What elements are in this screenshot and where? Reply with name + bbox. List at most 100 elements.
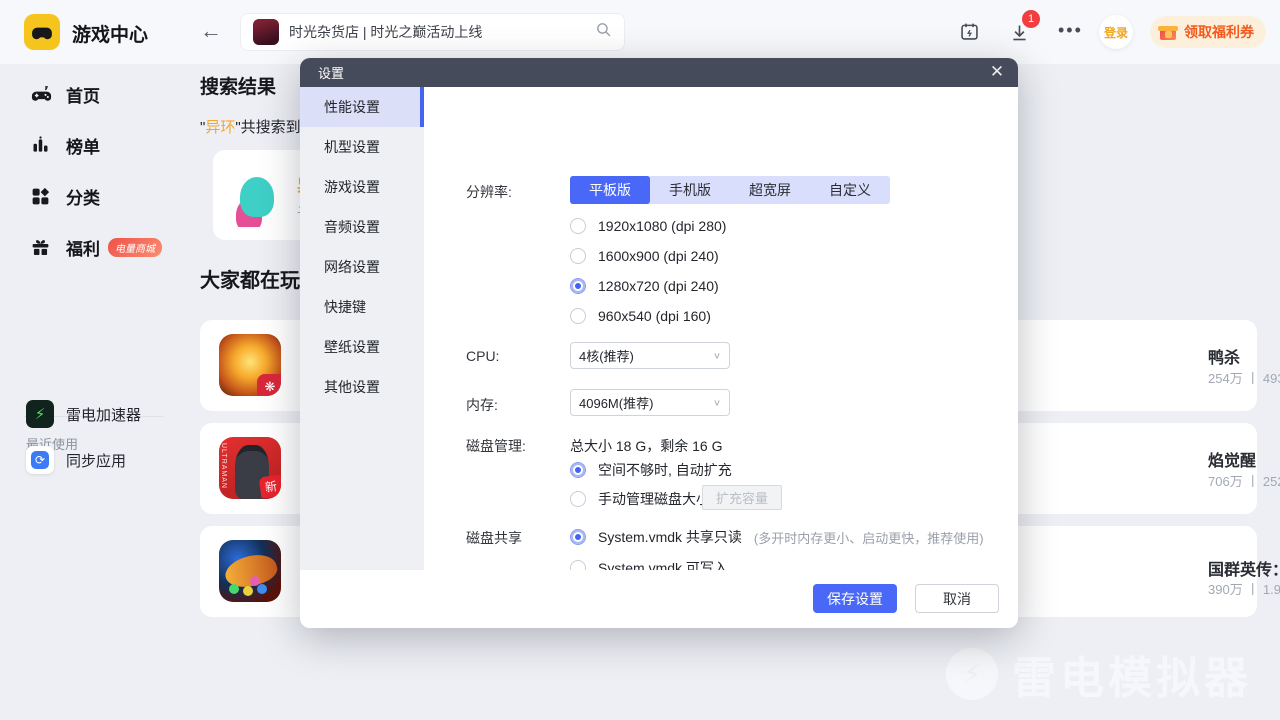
share-readonly-note: (多开时内存更小、启动更快，推荐使用)	[753, 530, 984, 546]
sidebar-item-home[interactable]: 首页	[0, 74, 186, 114]
sidebar-item-categories[interactable]: 分类	[0, 176, 186, 216]
claim-coupon-button[interactable]: 领取福利券	[1150, 16, 1266, 48]
gift-box-icon	[30, 237, 54, 258]
tab-wallpaper[interactable]: 壁纸设置	[300, 327, 424, 367]
game-icon-naruto	[219, 334, 281, 396]
everyone-playing-title: 大家都在玩	[200, 270, 300, 292]
save-settings-button[interactable]: 保存设置	[813, 584, 897, 613]
game-title: 鸭杀	[1208, 350, 1241, 367]
settings-dialog: 设置 ✕ 性能设置 机型设置 游戏设置 音频设置 网络设置 快捷键 壁纸设置 其…	[300, 58, 1018, 628]
chevron-down-icon: ∨	[712, 398, 721, 408]
resolution-option-1600[interactable]: 1600x900 (dpi 240)	[570, 248, 719, 264]
sidebar-label-categories: 分类	[66, 188, 100, 208]
cancel-button[interactable]: 取消	[915, 584, 999, 613]
resolution-mode-tabs: 平板版 手机版 超宽屏 自定义	[570, 176, 890, 204]
shop-badge: 电量商城	[108, 237, 162, 257]
radio-selected-icon[interactable]	[570, 462, 586, 478]
download-count-badge: 1	[1022, 10, 1040, 28]
mode-phone[interactable]: 手机版	[650, 176, 730, 204]
back-arrow-icon[interactable]: ←	[200, 18, 222, 44]
resolution-option-1920[interactable]: 1920x1080 (dpi 280)	[570, 218, 726, 234]
search-bar[interactable]: 时光杂货店 | 时光之巅活动上线	[240, 13, 625, 51]
home-gamepad-icon	[30, 83, 54, 106]
cpu-select[interactable]: 4核(推荐) ∨	[570, 342, 730, 369]
resolution-option-960[interactable]: 960x540 (dpi 160)	[570, 308, 711, 324]
sync-app-icon	[26, 446, 54, 474]
category-grid-icon	[30, 186, 54, 207]
gift-icon	[1158, 22, 1178, 42]
game-title: 国群英传：策定...	[1208, 562, 1280, 579]
recent-item-accelerator[interactable]: 雷电加速器	[0, 394, 186, 434]
close-icon[interactable]: ✕	[986, 61, 1008, 83]
game-stats: 390万 丨 1.9 GB	[1208, 582, 1280, 597]
memory-select[interactable]: 4096M(推荐) ∨	[570, 389, 730, 416]
radio-unselected-icon[interactable]	[570, 218, 586, 234]
search-icon[interactable]	[595, 21, 612, 43]
cpu-label: CPU:	[466, 348, 500, 364]
disk-size-info: 总大小 18 G，剩余 16 G	[570, 438, 723, 454]
search-placeholder-text: 时光杂货店 | 时光之巅活动上线	[289, 24, 483, 40]
game-stats: 706万 丨 252 MB	[1208, 474, 1280, 489]
tab-device-model[interactable]: 机型设置	[300, 127, 424, 167]
sidebar-label-benefits: 福利	[66, 239, 100, 259]
radio-unselected-icon[interactable]	[570, 248, 586, 264]
accelerator-app-icon	[26, 400, 54, 428]
app-logo-gamepad-icon[interactable]	[24, 14, 60, 50]
recent-label-accelerator: 雷电加速器	[66, 406, 142, 424]
sidebar-label-home: 首页	[66, 86, 100, 106]
login-button[interactable]: 登录	[1099, 15, 1133, 49]
tab-shortcuts[interactable]: 快捷键	[300, 287, 424, 327]
dialog-footer: 保存设置 取消	[300, 570, 1018, 628]
sidebar-item-rankings[interactable]: 榜单	[0, 125, 186, 165]
game-icon-anime	[222, 163, 286, 227]
tab-game[interactable]: 游戏设置	[300, 167, 424, 207]
tab-audio[interactable]: 音频设置	[300, 207, 424, 247]
bar-chart-icon	[30, 135, 54, 156]
tab-other[interactable]: 其他设置	[300, 367, 424, 407]
mode-ultrawide[interactable]: 超宽屏	[730, 176, 810, 204]
search-summary: "异环"共搜索到	[200, 119, 301, 136]
sidebar-label-rankings: 榜单	[66, 137, 100, 157]
watermark: 雷电模拟器	[946, 642, 1252, 706]
radio-unselected-icon[interactable]	[570, 491, 586, 507]
watermark-text: 雷电模拟器	[1012, 654, 1252, 703]
tab-network[interactable]: 网络设置	[300, 247, 424, 287]
more-menu-icon[interactable]: •••	[1058, 20, 1083, 41]
game-stats: 254万 丨 493 MB	[1208, 371, 1280, 386]
radio-selected-icon[interactable]	[570, 529, 586, 545]
disk-share-label: 磁盘共享	[466, 530, 522, 546]
memory-label: 内存:	[466, 397, 498, 413]
mode-tablet[interactable]: 平板版	[570, 176, 650, 204]
claim-coupon-label: 领取福利券	[1184, 24, 1254, 40]
disk-option-manual[interactable]: 手动管理磁盘大小	[570, 489, 710, 509]
recent-item-sync[interactable]: 同步应用	[0, 440, 186, 480]
resolution-option-1280[interactable]: 1280x720 (dpi 240)	[570, 278, 719, 294]
settings-tab-list: 性能设置 机型设置 游戏设置 音频设置 网络设置 快捷键 壁纸设置 其他设置	[300, 87, 424, 570]
expand-capacity-button[interactable]: 扩充容量	[702, 485, 782, 510]
app-title: 游戏中心	[72, 25, 149, 46]
game-icon-dragon	[219, 540, 281, 602]
game-title: 焰觉醒	[1208, 453, 1257, 470]
recent-label-sync: 同步应用	[66, 452, 127, 470]
sidebar: 首页 榜单 分类 福利 电量商城 最近使用 雷电加速器 同步应用	[0, 64, 186, 720]
settings-panel-performance: 分辨率: 平板版 手机版 超宽屏 自定义 1920x1080 (dpi 280)…	[424, 87, 1018, 620]
mode-custom[interactable]: 自定义	[810, 176, 890, 204]
search-game-thumbnail	[253, 19, 279, 45]
ldplayer-logo-icon	[946, 648, 998, 700]
calendar-icon[interactable]	[959, 21, 980, 47]
radio-unselected-icon[interactable]	[570, 308, 586, 324]
game-icon-ultraman: ULTRAMAN	[219, 437, 281, 499]
game-center-window: 游戏中心 ← 时光杂货店 | 时光之巅活动上线 1 ••• 登录 领取福利券 首…	[0, 0, 1280, 720]
share-option-readonly[interactable]: System.vmdk 共享只读 (多开时内存更小、启动更快，推荐使用)	[570, 527, 984, 547]
search-results-title: 搜索结果	[200, 77, 277, 98]
sidebar-item-benefits[interactable]: 福利 电量商城	[0, 227, 186, 267]
resolution-label: 分辨率:	[466, 184, 512, 200]
disk-management-label: 磁盘管理:	[466, 438, 526, 454]
disk-option-auto-expand[interactable]: 空间不够时, 自动扩充	[570, 460, 732, 480]
tab-performance[interactable]: 性能设置	[300, 87, 424, 127]
topbar: 游戏中心 ← 时光杂货店 | 时光之巅活动上线 1 ••• 登录 领取福利券	[0, 0, 1280, 64]
dialog-header[interactable]: 设置 ✕	[300, 58, 1018, 87]
dialog-title: 设置	[318, 66, 345, 81]
radio-selected-icon[interactable]	[570, 278, 586, 294]
search-keyword: 异环	[205, 119, 236, 136]
